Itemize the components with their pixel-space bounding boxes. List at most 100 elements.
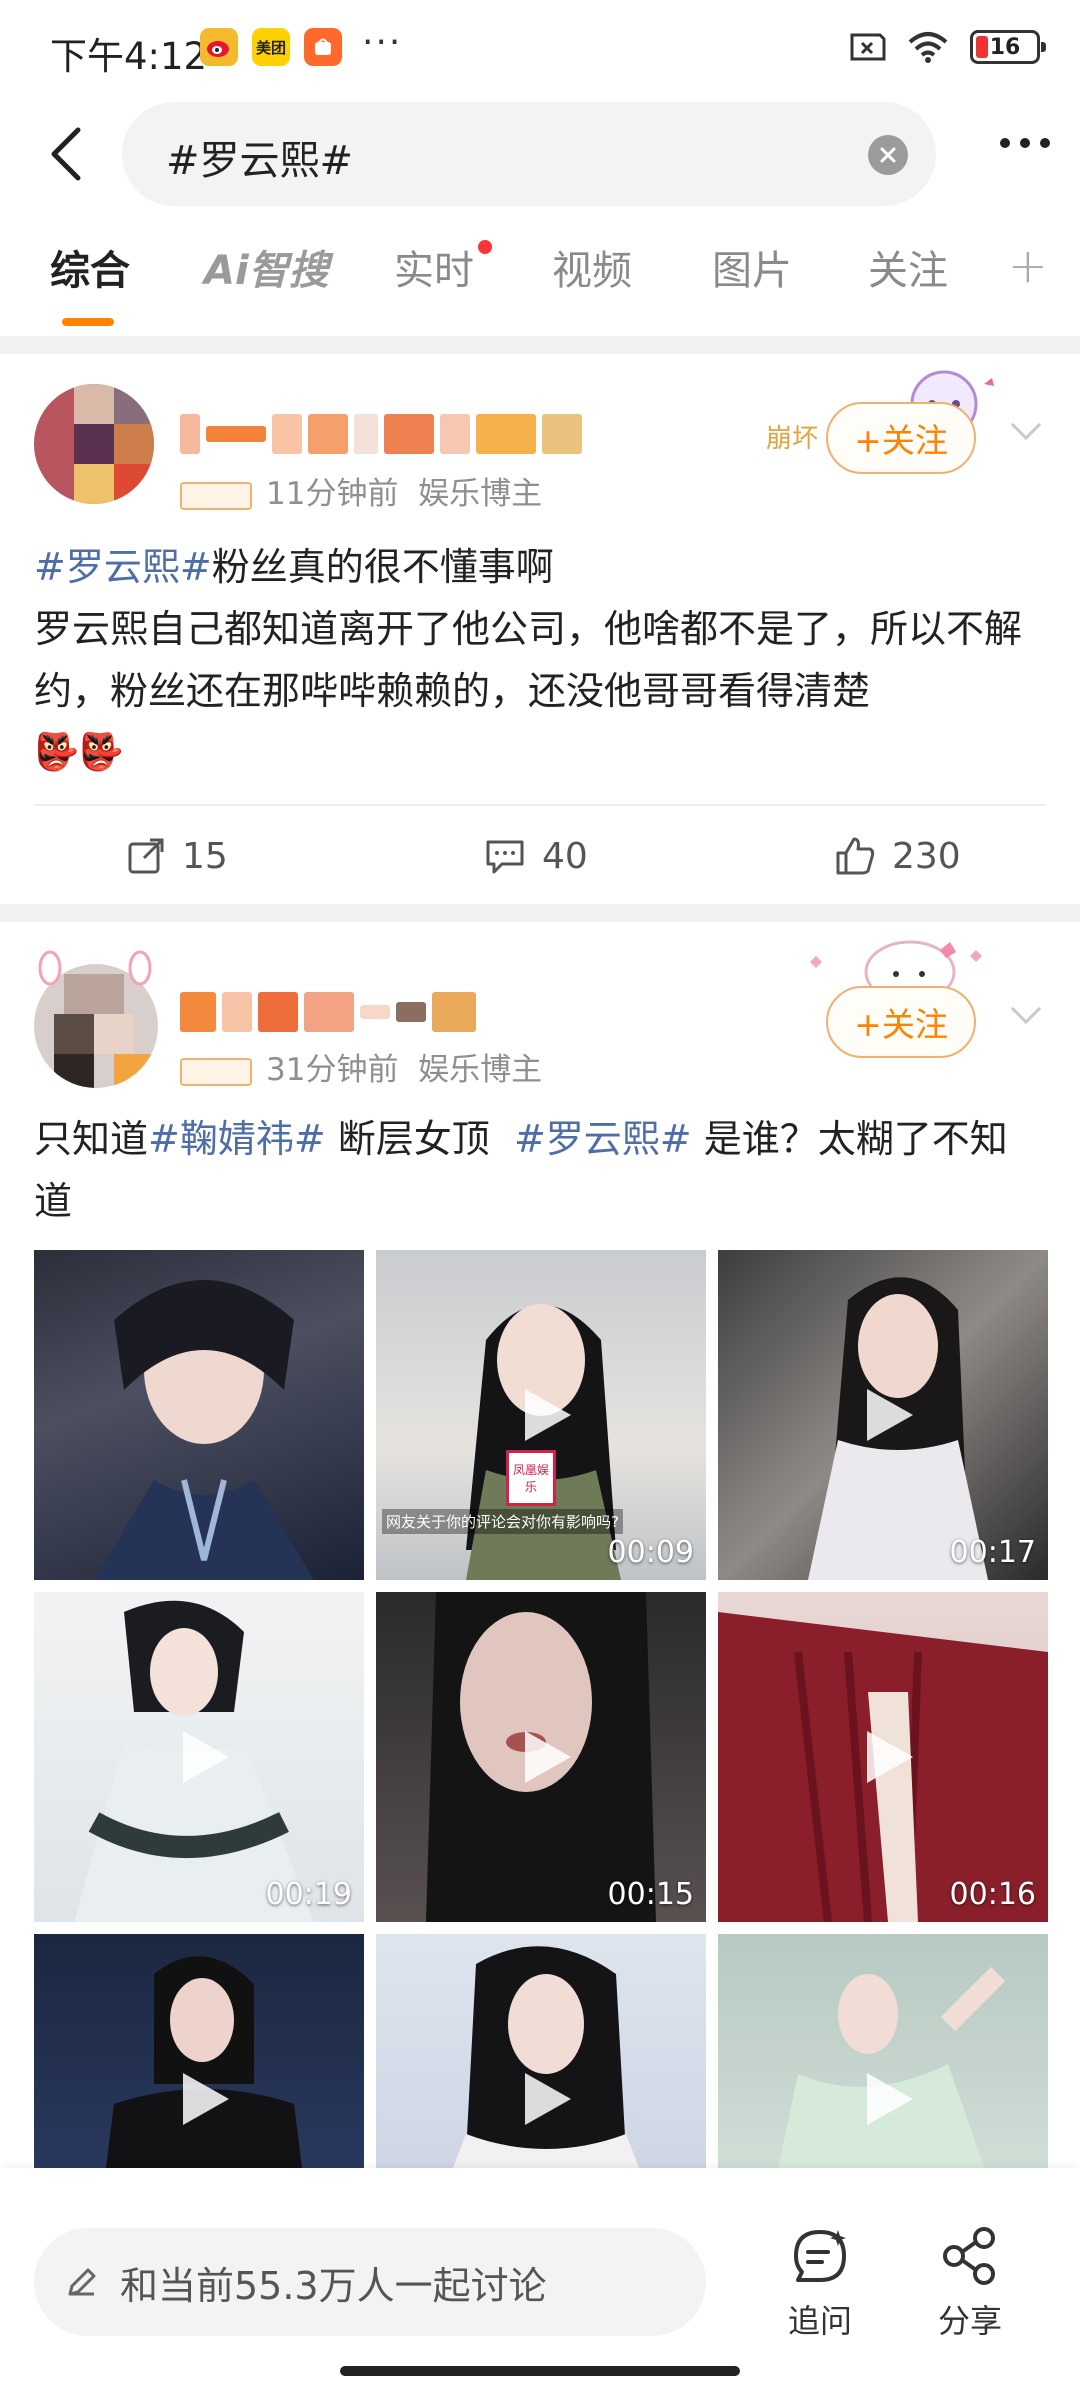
active-tab-indicator [62,318,114,326]
back-arrow-icon [51,127,81,181]
username-pixelated[interactable] [180,404,590,464]
video-duration: 00:17 [949,1535,1036,1570]
pencil-icon [68,2268,96,2296]
post-title: 粉丝真的很不懂事啊 [211,545,554,589]
sim-card-icon [850,33,886,61]
bunny-ears-icon [38,950,152,986]
video-thumbnail[interactable]: 00:17 [718,1250,1048,1580]
add-tab-button[interactable]: + [1008,238,1048,294]
video-caption: 网友关于你的评论会对你有影响吗? [382,1509,623,1534]
video-duration: 00:09 [607,1535,694,1570]
post-body-text: 罗云熙自己都知道离开了他公司，他啥都不是了，所以不解约，粉丝还在那哔哔赖赖的，还… [34,607,1023,713]
meituan-app-icon: 美团 [252,28,290,66]
share-button[interactable]: 分享 [920,2224,1020,2342]
thumbs-up-icon [836,837,875,875]
user-level-badge [180,481,252,510]
comment-button[interactable]: 40 [484,806,588,906]
tab-comprehensive[interactable]: 综合 [50,238,130,296]
comment-count: 40 [542,835,588,877]
discussion-input[interactable]: 和当前55.3万人一起讨论 [34,2228,706,2336]
tab-following[interactable]: 关注 [868,238,948,296]
play-icon [867,1389,913,1441]
topic-link[interactable]: #罗云熙# [34,545,212,589]
chevron-down-icon[interactable] [1006,410,1046,450]
share-label: 分享 [937,2302,1002,2340]
post-text: #罗云熙#粉丝真的很不懂事啊 罗云熙自己都知道离开了他公司，他啥都不是了，所以不… [34,536,1044,784]
user-category: 娱乐博主 [418,476,543,512]
more-dot-icon [1040,138,1050,148]
post-text-segment: 只知道 [34,1117,149,1161]
tab-ai-search[interactable]: Ai智搜 [204,238,329,296]
play-icon [867,2073,913,2125]
media-thumbnail[interactable] [34,1250,364,1580]
video-duration: 00:16 [949,1877,1036,1912]
video-duration: 00:15 [607,1877,694,1912]
home-indicator[interactable] [340,2366,740,2376]
emoji-stickers: 👺👺 [34,732,124,773]
play-icon [183,1731,229,1783]
follow-button[interactable]: +关注 [826,986,976,1058]
video-thumbnail[interactable]: 00:15 [376,1592,706,1922]
repost-count: 15 [182,835,228,877]
chevron-down-icon[interactable] [1006,994,1046,1034]
post-card[interactable]: 11分钟前 娱乐博主 崩坏 +关注 #罗云熙#粉丝真的很不懂事啊 罗云熙自己都知… [0,354,1080,904]
search-input[interactable]: #罗云熙# [122,102,936,206]
ask-label: 追问 [787,2302,852,2340]
follow-badge-label: 崩坏 [766,424,819,454]
post-meta: 31分钟前 娱乐博主 [180,1044,542,1089]
username-pixelated[interactable] [180,982,590,1042]
status-system-icons: 16 [846,30,1046,64]
post-meta: 11分钟前 娱乐博主 [180,468,542,513]
avatar[interactable] [34,384,154,504]
status-app-icons: 美团 [200,28,342,66]
status-time: 下午4:12 [50,35,208,78]
video-thumbnail[interactable]: 凤凰娱乐 网友关于你的评论会对你有影响吗? 00:09 [376,1250,706,1580]
post-time: 31分钟前 [266,1052,399,1088]
repost-button[interactable]: 15 [126,806,228,906]
repost-icon [128,838,164,874]
search-query: #罗云熙# [166,138,354,184]
post-time: 11分钟前 [266,476,399,512]
more-dot-icon [1000,138,1010,148]
status-bar: 下午4:12 美团 ··· 16 [0,0,1080,100]
topic-link[interactable]: #罗云熙# [514,1117,692,1161]
play-icon [867,1731,913,1783]
video-duration: 00:19 [265,1877,352,1912]
tab-video[interactable]: 视频 [552,238,632,296]
battery-icon: 16 [970,30,1046,64]
weibo-app-icon [200,28,238,66]
play-icon [525,1731,571,1783]
status-more-icon: ··· [362,22,403,63]
section-divider [0,904,1080,922]
search-tabs: 综合 Ai智搜 实时 视频 图片 关注 + [0,238,1080,328]
taobao-app-icon [304,28,342,66]
battery-level: 16 [989,34,1021,60]
comment-icon [486,840,524,874]
play-icon [183,2073,229,2125]
clear-search-button[interactable] [868,135,908,175]
more-options-button[interactable] [1000,138,1050,148]
play-icon [525,1389,571,1441]
microphone-logo: 凤凰娱乐 [506,1450,556,1506]
back-button[interactable] [36,124,96,184]
more-dot-icon [1020,138,1030,148]
ask-chat-icon [794,2230,846,2282]
section-divider [0,336,1080,354]
new-content-dot [478,240,492,254]
user-category: 娱乐博主 [418,1052,543,1088]
video-thumbnail[interactable]: 00:16 [718,1592,1048,1922]
ask-button[interactable]: 追问 [770,2224,870,2342]
like-button[interactable]: 230 [834,806,961,906]
follow-button[interactable]: +关注 [826,402,976,474]
tab-realtime[interactable]: 实时 [394,238,474,296]
tab-images[interactable]: 图片 [712,238,792,296]
share-icon [943,2227,995,2285]
post-actions: 15 40 230 [0,806,1080,906]
post-text: 只知道#鞠婧祎# 断层女顶 #罗云熙# 是谁？太糊了不知道 [34,1108,1044,1232]
video-thumbnail[interactable]: 00:19 [34,1592,364,1922]
portrait-photo [94,1280,314,1580]
topic-link[interactable]: #鞠婧祎# [148,1117,326,1161]
search-header: #罗云熙# [0,100,1080,210]
close-icon [880,147,896,163]
post-text-segment: 断层女顶 [325,1117,514,1161]
